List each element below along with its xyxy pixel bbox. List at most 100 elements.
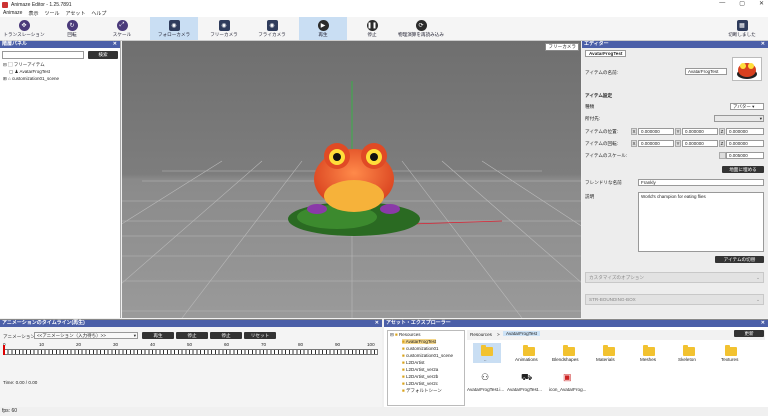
parent-select[interactable]: ▾ [714, 115, 764, 122]
reload-physics-button[interactable]: ⟳ 物理演算を再読み込み [396, 17, 446, 40]
rotate-button[interactable]: ↻ 回転 [52, 17, 92, 40]
timeline-pause-button[interactable]: 停止 [210, 332, 242, 339]
timeline-track[interactable] [3, 349, 378, 355]
timeline-panel: アニメーションのタイムライン(再生) ✕ アニメーション: <<アニメーション（入… [0, 319, 382, 407]
pos-y-field[interactable]: 0.000000 [682, 128, 718, 135]
folder-icon [643, 345, 655, 356]
toolbar: ✥ トランスレーション ↻ 回転 ⤢ スケール ◉ フォローカメラ ◉ フリーカメラ ◉ フ… [0, 17, 768, 41]
tree-item[interactable]: ■ L2DArtist_ver2b [402, 374, 438, 379]
asset-item-folder[interactable]: Animations [511, 343, 547, 363]
pos-z-field[interactable]: 0.000000 [726, 128, 764, 135]
minimize-button[interactable]: — [719, 0, 725, 7]
tree-item[interactable]: ■ customization01 [402, 346, 439, 351]
timeline-play-button[interactable]: 再生 [142, 332, 174, 339]
tree-item-free[interactable]: ⊟ ▢ フリーアイテム [3, 62, 45, 68]
tree-item[interactable]: ■ AvatarFrogTest [402, 339, 437, 344]
close-icon[interactable]: ✕ [113, 41, 117, 48]
animation-select[interactable]: <<アニメーション（入力待ち）>> ▾ [34, 332, 138, 339]
hierarchy-search-input[interactable] [2, 51, 84, 59]
window-title: Animaze Editor - 1.25.7891 [11, 1, 72, 8]
scale-label: アイテムのスケール: [585, 153, 628, 158]
maximize-button[interactable]: ▢ [739, 0, 745, 7]
breadcrumb: Resources > AvatarFrogTest [467, 330, 765, 340]
rot-y-field[interactable]: 0.000000 [682, 140, 718, 147]
animation-label: アニメーション: [3, 334, 37, 339]
menu-view[interactable]: 表示 [28, 10, 38, 17]
assets-title: アセット・エクスプローラー ✕ [384, 320, 768, 327]
chevron-down-icon: ⌄ [756, 275, 760, 280]
timeline-reset-button[interactable]: リセット [244, 332, 276, 339]
scale-field[interactable]: 0.005000 [726, 152, 764, 159]
play-button[interactable]: ▶ 再生 [299, 17, 347, 40]
tree-item[interactable]: ■ L2DArtist [402, 360, 425, 365]
folder-icon [683, 345, 695, 356]
disconnect-button[interactable]: ▦ 切断しました [722, 17, 762, 40]
scale-button[interactable]: ⤢ スケール [100, 17, 144, 40]
tree-item[interactable]: ■ customization01_scene [402, 353, 453, 358]
close-icon[interactable]: ✕ [761, 41, 765, 48]
breadcrumb-root[interactable]: Resources [470, 332, 492, 337]
description-field[interactable]: World's champion for eating flies [638, 192, 764, 252]
asset-item-folder[interactable]: Materials [591, 343, 627, 363]
asset-item-folder[interactable]: Meshes [631, 343, 667, 363]
type-label: 種類 [585, 104, 595, 109]
editor-tab[interactable]: AvatarFrogTest [585, 50, 627, 57]
tree-root[interactable]: ⊟ ■ Resources [390, 332, 421, 338]
avatar-file-icon: ⚇ [481, 372, 490, 382]
rot-z-field[interactable]: 0.000000 [726, 140, 764, 147]
folder-icon [603, 345, 615, 356]
asset-item-file[interactable]: ⛟ AvatarFrogTest... [507, 371, 549, 397]
folder-icon [523, 345, 535, 356]
asset-item-folder[interactable]: Textures [713, 343, 749, 363]
rotation-label: アイテムの回転: [585, 141, 618, 146]
bbox-section[interactable]: STR-BOUNDING-BOX ⌄ [585, 294, 764, 305]
type-select[interactable]: アバター ▾ [730, 103, 764, 110]
stop-button[interactable]: ❚❚ 停止 [352, 17, 392, 40]
tree-item-avatar[interactable]: ▢ ♟ AvatarFrogTest [9, 69, 50, 75]
editor-title: エディター ✕ [582, 41, 768, 48]
viewport-scene [122, 41, 581, 318]
tree-item[interactable]: ■ デフォルトシーン [402, 388, 442, 394]
asset-item-file[interactable]: ⚇ AvatarFrogTest.i... [467, 371, 507, 397]
menu-help[interactable]: ヘルプ [91, 10, 106, 17]
app-icon [2, 1, 8, 8]
customize-section[interactable]: カスタマイズのオプション ⌄ [585, 272, 764, 283]
hierarchy-search-button[interactable]: 検索 [88, 51, 118, 59]
timeline-stop-button[interactable]: 停止 [176, 332, 208, 339]
rotate-icon: ↻ [66, 19, 78, 31]
asset-item-file[interactable]: ▣ icon_AvatarFrog... [549, 371, 591, 397]
rot-x-field[interactable]: 0.000000 [638, 140, 674, 147]
asset-item-folder[interactable]: Blendshapes [551, 343, 587, 363]
folder-icon [563, 345, 575, 356]
rot-y-tag: Y [675, 140, 681, 147]
tree-item-scene[interactable]: ⊞ ⌂ customization01_scene [3, 76, 59, 82]
asset-grid: .. Animations Blendshapes Materials Mesh… [467, 341, 765, 406]
translate-button[interactable]: ✥ トランスレーション [2, 17, 46, 40]
menu-animaze[interactable]: Animaze [3, 10, 22, 16]
switch-item-button[interactable]: アイテムの切替 [715, 256, 764, 263]
title-bar: Animaze Editor - 1.25.7891 — ▢ ✕ [0, 0, 768, 9]
asset-item-folder[interactable]: Skeleton [671, 343, 707, 363]
close-icon[interactable]: ✕ [375, 320, 379, 327]
asset-item-parent[interactable]: .. [473, 343, 501, 363]
tree-item[interactable]: ■ L2DArtist_ver2c [402, 381, 438, 386]
pos-x-field[interactable]: 0.000000 [638, 128, 674, 135]
viewport-3d[interactable]: フリーカメラ [122, 41, 581, 318]
menu-tools[interactable]: ツール [44, 10, 59, 17]
tree-item[interactable]: ■ L2DArtist_ver2a [402, 367, 438, 372]
close-icon[interactable]: ✕ [761, 320, 765, 327]
free-camera-button[interactable]: ◉ フリーカメラ [202, 17, 246, 40]
friendly-name-label: フレンドリな名前 [585, 180, 622, 185]
camera-mode-label[interactable]: フリーカメラ [545, 43, 579, 51]
item-name-field[interactable]: AvatarFrogTest [685, 68, 727, 75]
follow-camera-button[interactable]: ◉ フォローカメラ [150, 17, 198, 40]
menu-assets[interactable]: アセット [65, 10, 85, 17]
ground-button[interactable]: 地面に埋める [722, 166, 764, 173]
fly-camera-button[interactable]: ◉ フライカメラ [250, 17, 294, 40]
breadcrumb-current[interactable]: AvatarFrogTest [503, 331, 541, 336]
timeline-title: アニメーションのタイムライン(再生) ✕ [0, 320, 382, 327]
close-button[interactable]: ✕ [759, 0, 764, 7]
friendly-name-field[interactable]: Frankly [638, 179, 764, 186]
timeline-playhead[interactable] [3, 345, 5, 355]
refresh-button[interactable]: 更新 [734, 330, 764, 337]
